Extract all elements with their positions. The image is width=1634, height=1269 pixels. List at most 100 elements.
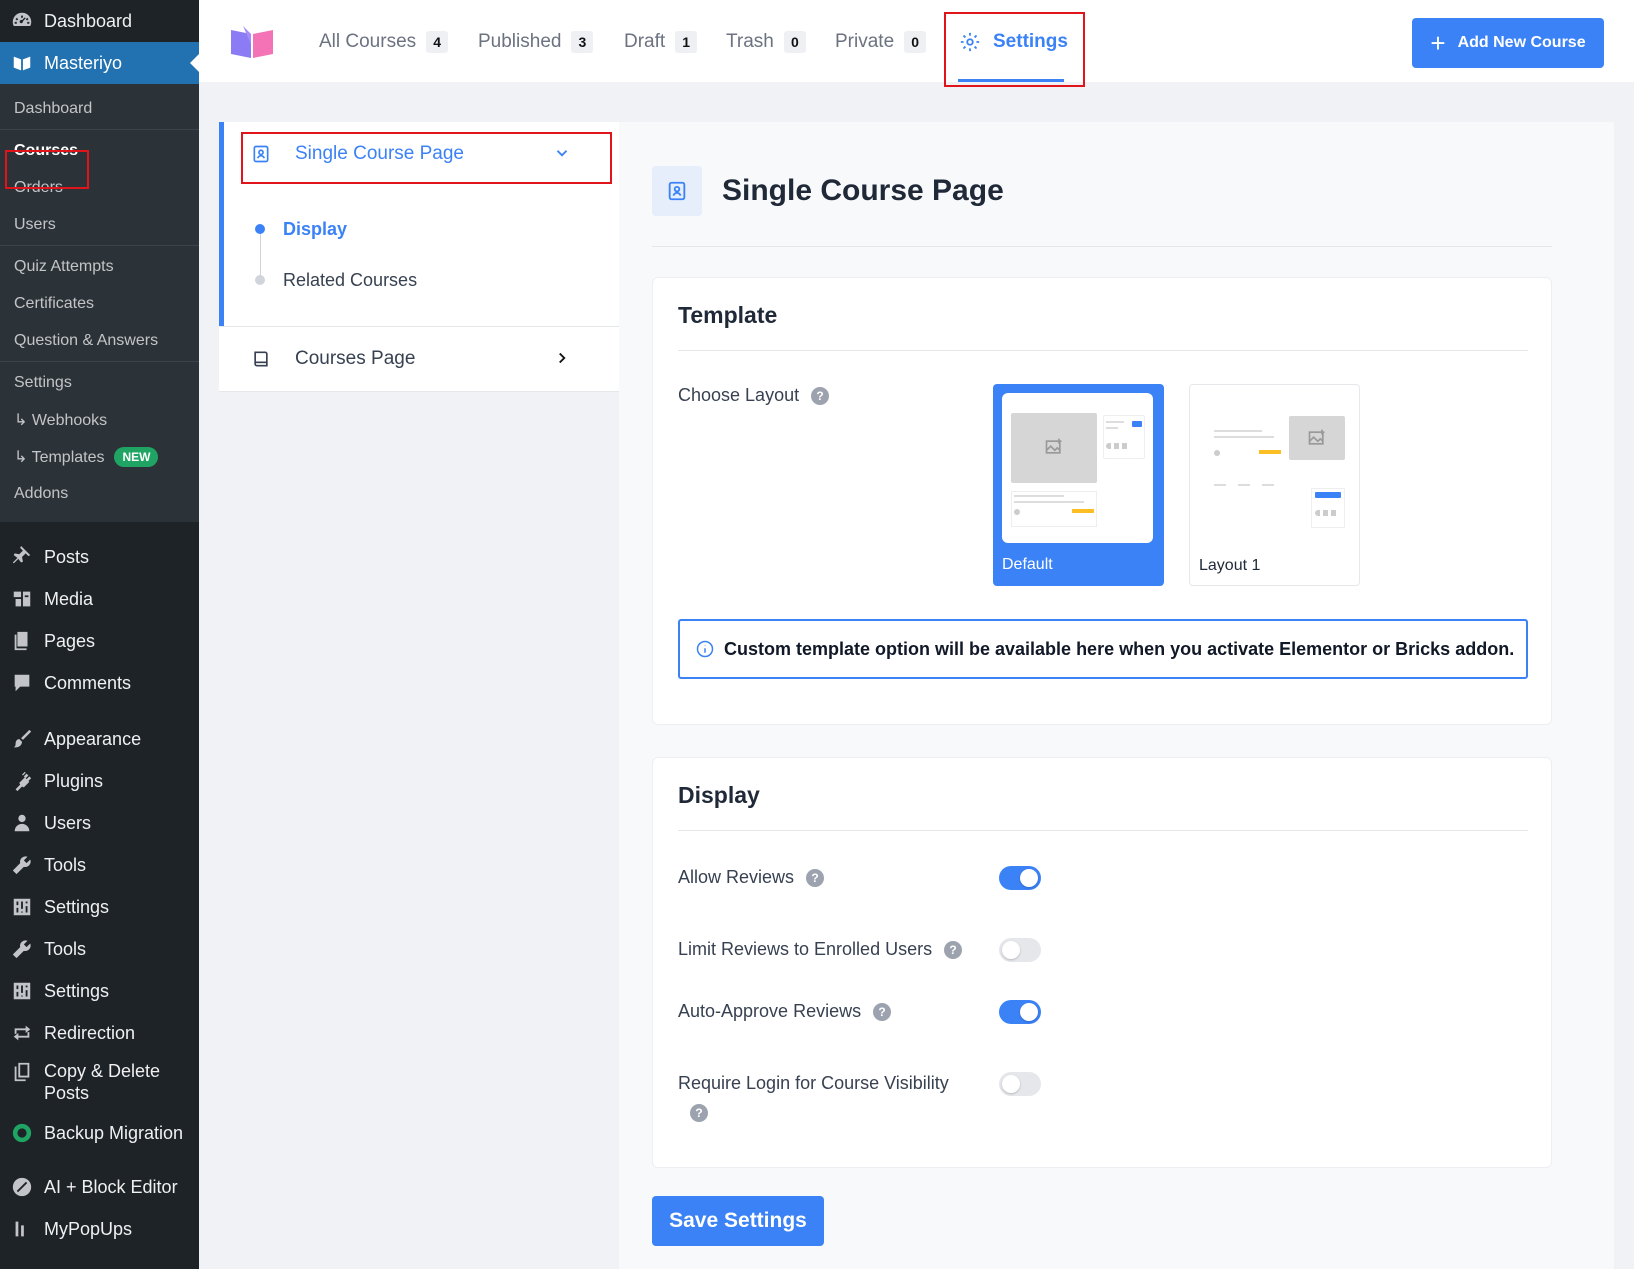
menu-posts-label: Posts [44, 546, 90, 567]
nav-sub-display[interactable]: Display [224, 204, 619, 255]
menu-tools-label: Tools [44, 854, 87, 875]
allow-reviews-label: Allow Reviews ? [678, 867, 825, 888]
help-icon[interactable]: ? [944, 940, 963, 959]
submenu-divider [0, 129, 199, 130]
allow-reviews-toggle[interactable] [999, 866, 1041, 890]
book-icon [254, 351, 268, 367]
submenu-dashboard[interactable]: Dashboard [0, 90, 199, 127]
menu-mypopups[interactable]: MyPopUps [0, 1208, 199, 1250]
menu-plugins[interactable]: Plugins [0, 760, 199, 802]
dashboard-icon [10, 9, 34, 33]
menu-masteriyo-label: Masteriyo [44, 52, 123, 73]
add-new-course-label: Add New Course [1457, 34, 1586, 51]
image-placeholder-icon [1045, 438, 1062, 454]
menu-comments-label: Comments [44, 672, 132, 693]
nav-sub-related-courses-label: Related Courses [283, 270, 418, 290]
add-new-course-button[interactable]: + Add New Course [1412, 18, 1604, 68]
tab-trash[interactable]: Trash 0 [726, 30, 806, 54]
media-icon [10, 587, 34, 611]
submenu-users[interactable]: Users [0, 206, 199, 243]
menu-backup-migration[interactable]: Backup Migration [0, 1112, 199, 1154]
wrench-icon [10, 853, 34, 877]
submenu-quiz-attempts[interactable]: Quiz Attempts [0, 248, 199, 285]
gear-icon [960, 32, 980, 52]
masteriyo-icon [10, 51, 34, 75]
submenu-courses[interactable]: Courses [0, 132, 199, 169]
menu-tools-2[interactable]: Tools [0, 928, 199, 970]
submenu-certificates[interactable]: Certificates [0, 285, 199, 322]
menu-copy-delete-posts[interactable]: Copy & Delete Posts [0, 1054, 199, 1112]
nav-courses-page[interactable]: Courses Page [219, 327, 619, 391]
menu-redirection-label: Redirection [44, 1022, 136, 1043]
nav-dot [255, 275, 265, 285]
choose-layout-label: Choose Layout ? [678, 385, 830, 406]
menu-settings-label: Settings [44, 896, 110, 917]
menu-copy-delete-posts-label: Copy & Delete Posts [44, 1061, 161, 1103]
tab-draft[interactable]: Draft 1 [624, 30, 698, 54]
help-icon[interactable]: ? [806, 868, 825, 887]
menu-settings-2[interactable]: Settings [0, 970, 199, 1012]
menu-ai-block-editor[interactable]: AI + Block Editor [0, 1166, 199, 1208]
template-card: Template Choose Layout ? Default Layout … [652, 277, 1552, 725]
menu-posts[interactable]: Posts [0, 536, 199, 578]
menu-pages[interactable]: Pages [0, 620, 199, 662]
tab-published[interactable]: Published 3 [478, 30, 594, 54]
menu-masteriyo[interactable]: Masteriyo [0, 42, 199, 84]
layout-option-default[interactable]: Default [993, 384, 1164, 586]
menu-comments[interactable]: Comments [0, 662, 199, 704]
pages-icon [10, 629, 34, 653]
tab-private-count: 0 [904, 31, 927, 53]
tab-private[interactable]: Private 0 [835, 30, 927, 54]
submenu-addons[interactable]: Addons [0, 475, 199, 512]
limit-reviews-label: Limit Reviews to Enrolled Users ? [678, 939, 963, 960]
redirect-icon [10, 1021, 34, 1045]
chevron-right-icon [559, 352, 566, 364]
menu-settings[interactable]: Settings [0, 886, 199, 928]
comments-icon [10, 671, 34, 695]
menu-media[interactable]: Media [0, 578, 199, 620]
layout-default-label: Default [1002, 556, 1053, 573]
tab-settings-label: Settings [993, 31, 1068, 52]
save-settings-button[interactable]: Save Settings [652, 1196, 824, 1246]
require-login-label: Require Login for Course Visibility ? [678, 1073, 978, 1122]
toggle-knob [1020, 869, 1038, 887]
tab-trash-count: 0 [783, 31, 806, 53]
layout-1-label: Layout 1 [1199, 557, 1261, 574]
nav-single-course-page[interactable]: Single Course Page [224, 122, 619, 186]
submenu-orders[interactable]: Orders [0, 169, 199, 206]
nav-sub-related-courses[interactable]: Related Courses [224, 255, 619, 306]
tab-trash-label: Trash [726, 31, 774, 52]
custom-template-notice: Custom template option will be available… [678, 619, 1528, 679]
copy-icon [10, 1060, 34, 1084]
nav-group-single-course-page: Single Course Page Display Related Cours… [219, 122, 619, 326]
submenu-settings[interactable]: Settings [0, 364, 199, 401]
nav-subitems: Display Related Courses [224, 186, 619, 326]
auto-approve-reviews-label: Auto-Approve Reviews ? [678, 1001, 892, 1022]
limit-reviews-toggle[interactable] [999, 938, 1041, 962]
menu-tools[interactable]: Tools [0, 844, 199, 886]
help-icon[interactable]: ? [811, 386, 830, 405]
tab-published-label: Published [478, 31, 562, 52]
submenu-templates[interactable]: ↳ Templates NEW [0, 438, 199, 475]
tab-all-courses[interactable]: All Courses 4 [319, 30, 449, 54]
submenu-question-answers[interactable]: Question & Answers [0, 322, 199, 359]
nav-single-course-page-label: Single Course Page [295, 143, 464, 164]
menu-appearance[interactable]: Appearance [0, 718, 199, 760]
auto-approve-reviews-toggle[interactable] [999, 1000, 1041, 1024]
menu-redirection[interactable]: Redirection [0, 1012, 199, 1054]
help-icon[interactable]: ? [690, 1104, 708, 1122]
help-icon[interactable]: ? [873, 1002, 892, 1021]
tab-settings[interactable]: Settings [959, 30, 1068, 54]
top-bar: All Courses 4 Published 3 Draft 1 Trash … [199, 0, 1634, 87]
menu-users[interactable]: Users [0, 802, 199, 844]
menu-backup-migration-label: Backup Migration [44, 1122, 184, 1143]
menu-appearance-label: Appearance [44, 728, 142, 749]
require-login-text: Require Login for Course Visibility [678, 1073, 949, 1093]
allow-reviews-text: Allow Reviews [678, 867, 795, 887]
submenu-webhooks[interactable]: ↳ Webhooks [0, 401, 199, 438]
brush-icon [10, 727, 34, 751]
menu-dashboard[interactable]: Dashboard [0, 0, 199, 42]
popup-icon [10, 1217, 34, 1241]
layout-option-layout-1[interactable]: Layout 1 [1189, 384, 1360, 586]
require-login-toggle[interactable] [999, 1072, 1041, 1096]
